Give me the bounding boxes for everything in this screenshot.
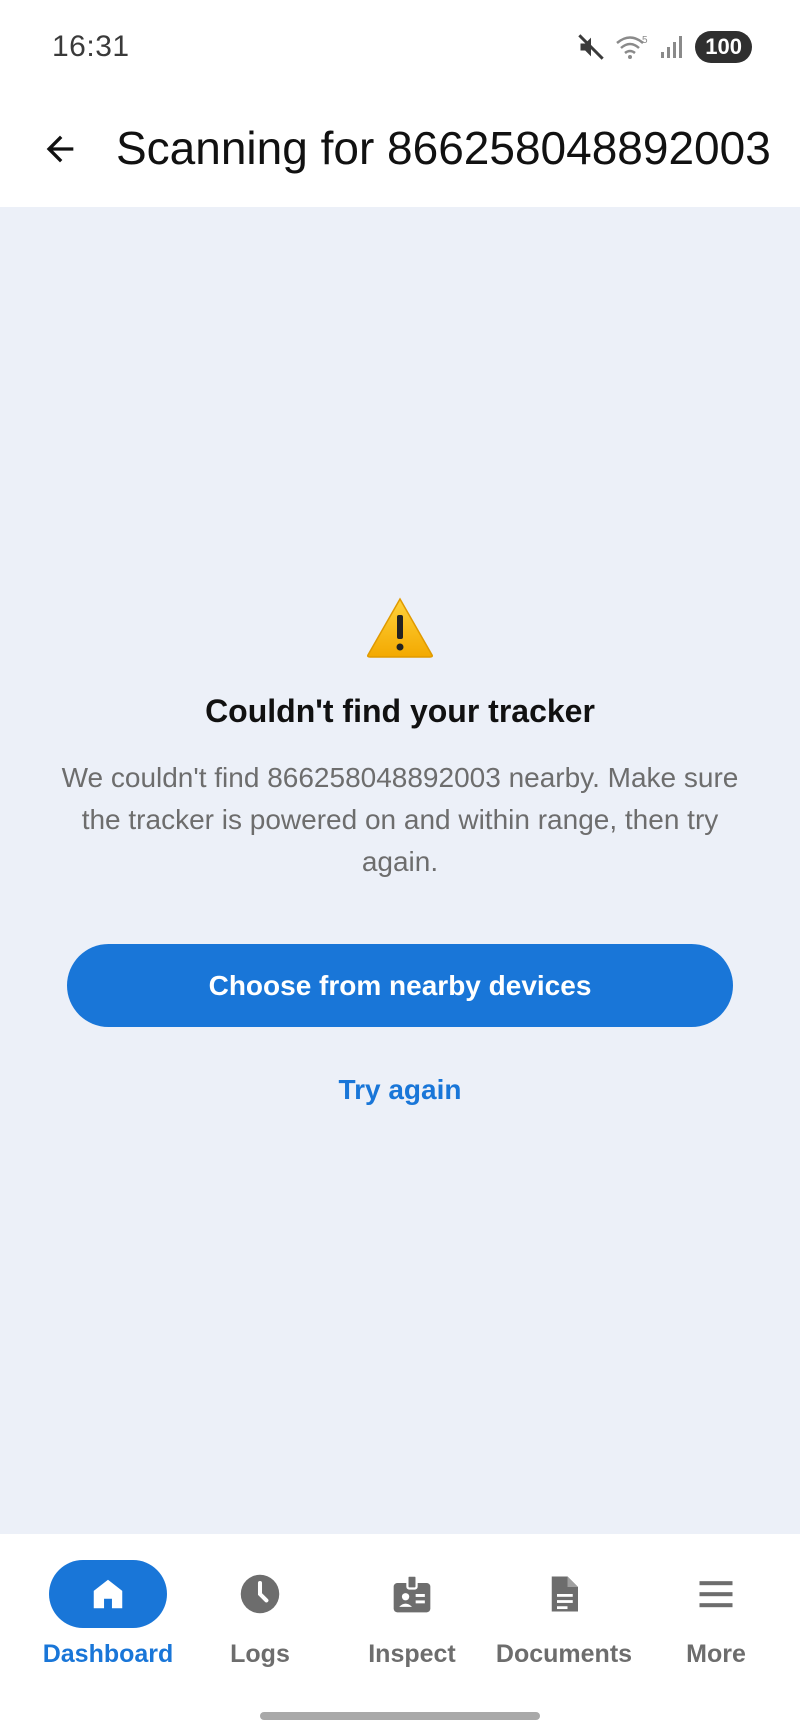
nav-label: Dashboard bbox=[42, 1640, 174, 1668]
nav-label: Inspect bbox=[368, 1640, 456, 1668]
document-icon bbox=[551, 1576, 578, 1612]
mute-icon bbox=[578, 34, 604, 60]
nav-icon-container bbox=[353, 1560, 471, 1628]
signal-icon bbox=[661, 36, 683, 58]
menu-icon bbox=[699, 1581, 733, 1608]
try-again-button[interactable]: Try again bbox=[300, 1060, 500, 1120]
svg-text:5: 5 bbox=[642, 35, 648, 46]
battery-icon: 100 bbox=[695, 31, 752, 63]
nav-item-dashboard[interactable]: Dashboard bbox=[32, 1560, 184, 1680]
bottom-nav: Dashboard Logs Inspect Documents More bbox=[0, 1534, 800, 1733]
warning-icon bbox=[367, 597, 433, 658]
status-time: 16:31 bbox=[52, 30, 130, 63]
wifi-icon: 5 bbox=[616, 35, 648, 59]
main-content: Couldn't find your tracker We couldn't f… bbox=[0, 207, 800, 1534]
nav-icon-container bbox=[49, 1560, 167, 1628]
page-title: Scanning for 866258048892003 bbox=[116, 122, 771, 174]
error-title: Couldn't find your tracker bbox=[205, 693, 595, 729]
status-icons: 5 100 bbox=[577, 30, 752, 64]
badge-icon bbox=[393, 1574, 431, 1613]
nav-item-logs[interactable]: Logs bbox=[184, 1560, 336, 1680]
nav-item-documents[interactable]: Documents bbox=[488, 1560, 640, 1680]
status-bar: 16:31 5 100 bbox=[0, 0, 800, 95]
back-button[interactable] bbox=[30, 119, 90, 179]
arrow-back-icon bbox=[46, 135, 74, 163]
nav-item-more[interactable]: More bbox=[640, 1560, 792, 1680]
nav-icon-container bbox=[201, 1560, 319, 1628]
home-indicator[interactable] bbox=[260, 1712, 540, 1720]
nav-item-inspect[interactable]: Inspect bbox=[336, 1560, 488, 1680]
nav-label: Documents bbox=[495, 1640, 633, 1668]
clock-icon bbox=[240, 1574, 280, 1614]
app-bar: Scanning for 866258048892003 bbox=[0, 95, 800, 207]
error-message: We couldn't find 866258048892003 nearby.… bbox=[61, 762, 739, 877]
home-icon bbox=[93, 1579, 123, 1609]
nav-icon-container bbox=[657, 1560, 775, 1628]
choose-nearby-devices-button[interactable]: Choose from nearby devices bbox=[67, 944, 733, 1027]
nav-label: More bbox=[686, 1640, 746, 1668]
nav-label: Logs bbox=[230, 1640, 290, 1668]
nav-icon-container bbox=[505, 1560, 623, 1628]
